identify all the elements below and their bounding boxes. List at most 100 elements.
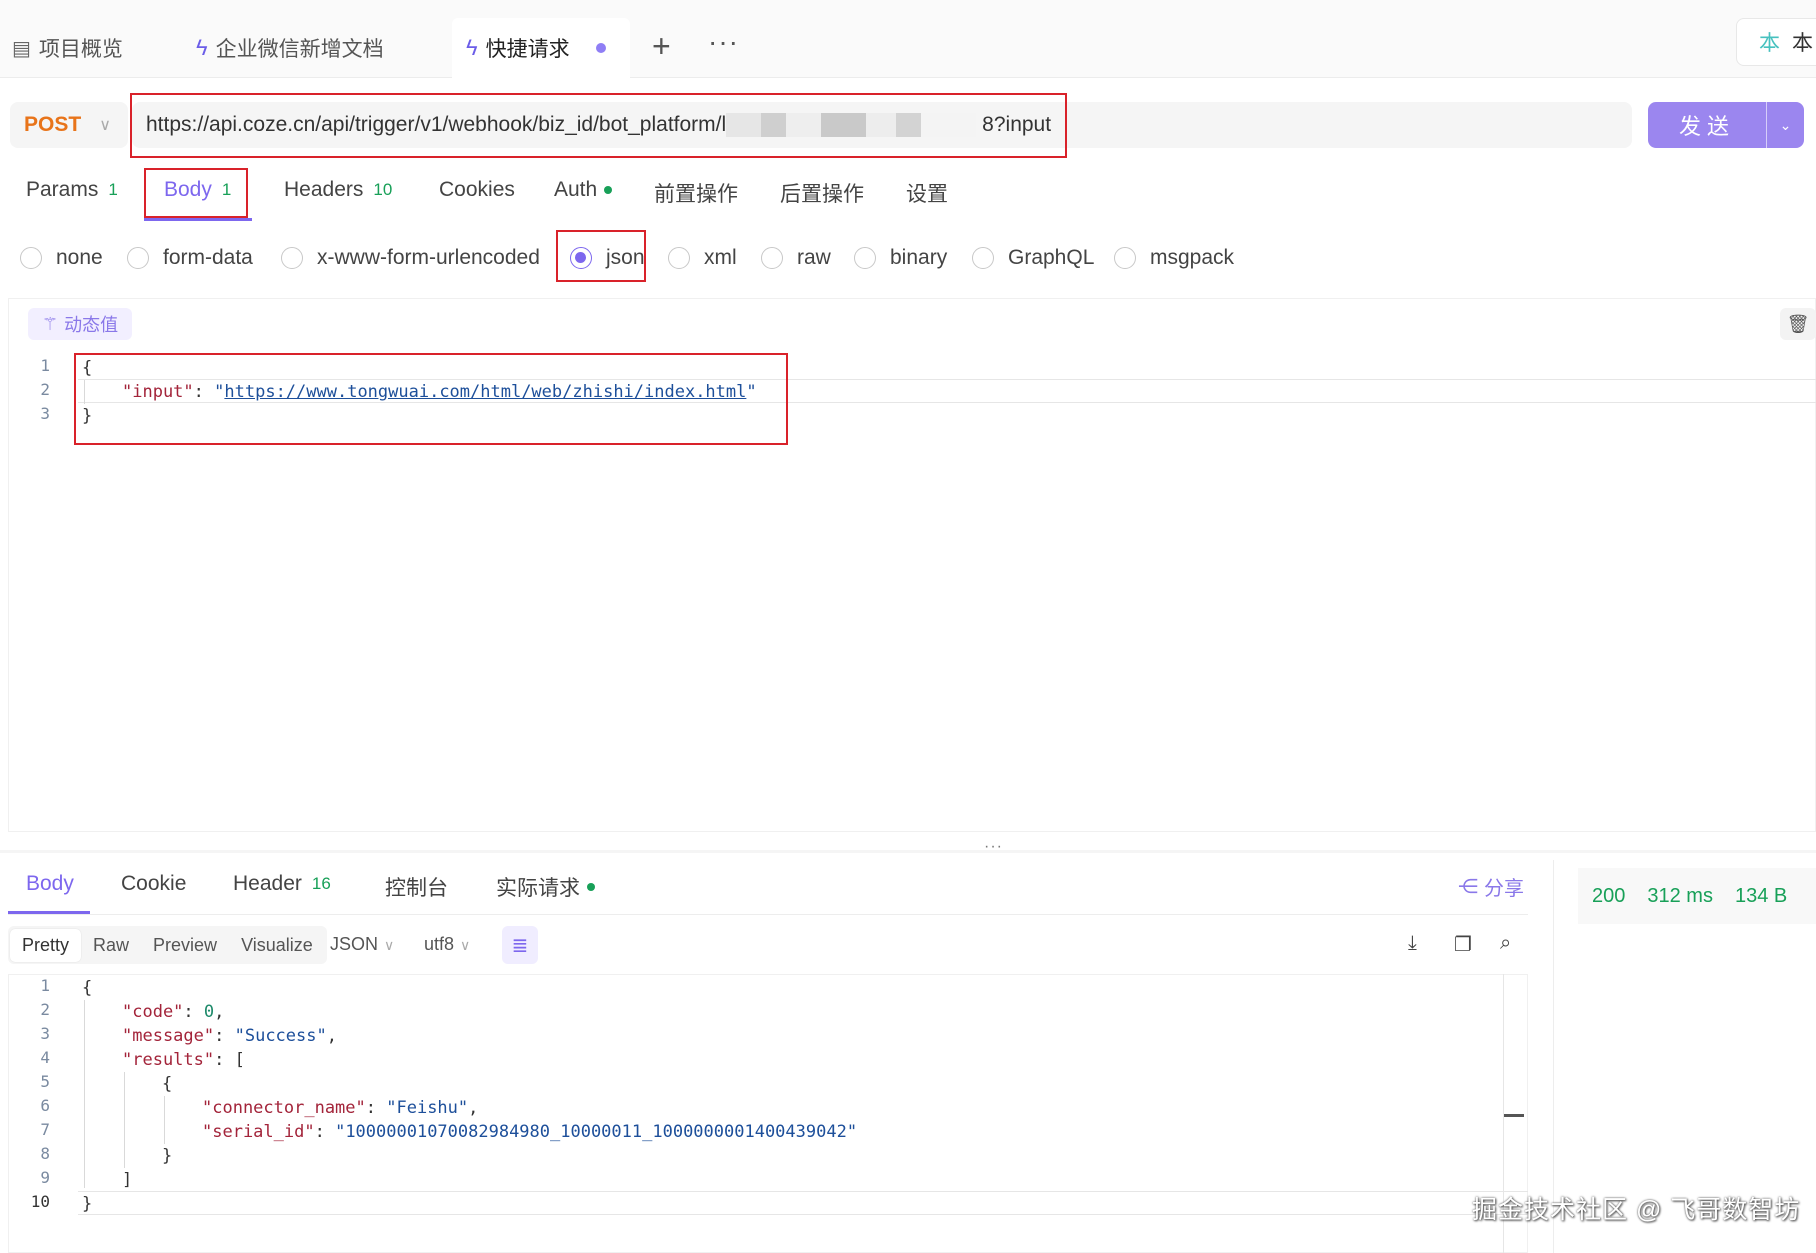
dynamic-value-label: 动态值 <box>64 315 119 335</box>
body-type-label: binary <box>890 246 948 269</box>
line-number: 3 <box>40 404 50 423</box>
code-line: "results": [ <box>122 1050 245 1070</box>
download-icon[interactable]: ⤓ <box>1408 932 1417 955</box>
tab-bar: ▤ 项目概览 ϟ 企业微信新增文档 ϟ 快捷请求 + ··· 本 本 <box>0 0 1816 78</box>
bolt-icon: ϟ <box>196 35 208 60</box>
project-icon: ▤ <box>12 37 31 60</box>
body-type-form-data[interactable]: form-data <box>127 246 253 270</box>
highlight-body-tab <box>144 168 248 218</box>
tab-label: 前置操作 <box>654 183 738 206</box>
indent-guide <box>164 1096 165 1144</box>
radio-icon <box>1114 247 1136 269</box>
tab-wecom-doc[interactable]: ϟ 企业微信新增文档 <box>196 18 384 78</box>
send-button[interactable]: 发送 ⌄ <box>1648 102 1804 148</box>
tab-label: 项目概览 <box>38 38 123 61</box>
radio-icon <box>127 247 149 269</box>
response-size: 134 B <box>1734 884 1788 907</box>
trash-icon: 🗑 <box>1786 313 1810 334</box>
line-number: 5 <box>40 1072 50 1091</box>
response-time: 312 ms <box>1647 884 1713 907</box>
tab-headers[interactable]: Headers 10 <box>284 178 392 202</box>
send-label: 发送 <box>1678 114 1735 139</box>
search-icon[interactable]: ⌕ <box>1500 932 1511 955</box>
copy-icon[interactable]: ❐ <box>1454 932 1472 957</box>
watermark: 掘金技术社区 @ 飞哥数智坊 <box>1472 1196 1801 1224</box>
body-type-label: form-data <box>163 246 253 269</box>
radio-icon <box>854 247 876 269</box>
tab-quick-request[interactable]: ϟ 快捷请求 <box>452 18 630 78</box>
view-mode-visualize[interactable]: Visualize <box>229 929 325 962</box>
pane-divider[interactable] <box>0 850 1816 853</box>
environment-icon: 本 <box>1759 32 1780 55</box>
share-icon: ⋲ <box>1458 876 1478 898</box>
line-number: 1 <box>40 356 50 375</box>
body-type-none[interactable]: none <box>20 246 103 270</box>
highlight-request-body <box>74 353 788 445</box>
wrap-icon: ≣ <box>511 934 529 957</box>
response-tab-header[interactable]: Header 16 <box>233 872 331 896</box>
body-type-label: xml <box>704 246 737 269</box>
body-type-graphql[interactable]: GraphQL <box>972 246 1094 270</box>
tab-params[interactable]: Params 1 <box>26 178 118 202</box>
response-tab-cookie[interactable]: Cookie <box>121 872 186 896</box>
line-number: 7 <box>40 1120 50 1139</box>
tab-cookies[interactable]: Cookies <box>439 178 515 202</box>
code-line: { <box>162 1074 173 1094</box>
tab-pre-ops[interactable]: 前置操作 <box>654 178 738 208</box>
body-type-msgpack[interactable]: msgpack <box>1114 246 1234 270</box>
body-type-binary[interactable]: binary <box>854 246 947 270</box>
view-mode-segmented: Pretty Raw Preview Visualize <box>8 926 327 964</box>
body-type-label: x-www-form-urlencoded <box>317 246 540 269</box>
view-mode-raw[interactable]: Raw <box>81 929 141 962</box>
dynamic-value-button[interactable]: ⚚ 动态值 <box>28 308 133 340</box>
current-line-highlight <box>78 1191 1528 1215</box>
tab-label: Cookies <box>439 178 515 201</box>
line-number: 2 <box>40 1000 50 1019</box>
drag-handle-icon[interactable]: ··· <box>984 838 1003 856</box>
radio-icon <box>761 247 783 269</box>
tab-project-overview[interactable]: ▤ 项目概览 <box>12 18 123 78</box>
tab-label: Auth <box>554 178 598 201</box>
format-select[interactable]: JSON ∨ <box>330 934 394 955</box>
body-type-urlencoded[interactable]: x-www-form-urlencoded <box>281 246 540 270</box>
view-mode-preview[interactable]: Preview <box>141 929 229 962</box>
response-tab-actual-request[interactable]: 实际请求 <box>496 872 595 902</box>
method-select[interactable]: POST ∨ <box>10 102 128 148</box>
active-tab-indicator <box>144 218 252 221</box>
response-status: 200 312 ms 134 B <box>1578 868 1816 924</box>
tab-auth[interactable]: Auth <box>554 178 613 202</box>
body-type-label: none <box>56 246 103 269</box>
tab-label: 设置 <box>906 183 948 206</box>
word-wrap-button[interactable]: ≣ <box>502 926 538 964</box>
line-number: 9 <box>40 1168 50 1187</box>
tab-settings[interactable]: 设置 <box>906 178 948 208</box>
environment-selector[interactable]: 本 本 <box>1736 18 1816 66</box>
line-number: 2 <box>40 380 50 399</box>
new-tab-button[interactable]: + <box>652 28 671 65</box>
tab-label: Cookie <box>121 872 187 895</box>
tab-label: Params <box>26 178 99 201</box>
share-button[interactable]: ⋲ 分享 <box>1458 872 1524 901</box>
json-key: "results" <box>122 1050 215 1070</box>
magic-wand-icon: ⚚ <box>42 313 59 334</box>
json-string: "Feishu" <box>386 1098 469 1118</box>
clear-body-button[interactable]: 🗑 <box>1780 308 1816 340</box>
status-code: 200 <box>1592 884 1626 907</box>
encoding-select[interactable]: utf8 ∨ <box>424 934 470 955</box>
response-tab-console[interactable]: 控制台 <box>385 872 448 902</box>
body-type-xml[interactable]: xml <box>668 246 737 270</box>
share-label: 分享 <box>1484 878 1524 900</box>
tab-count: 1 <box>108 180 118 199</box>
view-mode-pretty[interactable]: Pretty <box>10 928 82 962</box>
radio-icon <box>668 247 690 269</box>
body-type-raw[interactable]: raw <box>761 246 831 270</box>
response-tab-body[interactable]: Body <box>26 872 74 896</box>
more-tabs-button[interactable]: ··· <box>708 26 739 58</box>
environment-label: 本 <box>1792 32 1813 55</box>
send-dropdown-icon[interactable]: ⌄ <box>1767 117 1804 134</box>
tab-label: 快捷请求 <box>485 38 570 61</box>
tab-post-ops[interactable]: 后置操作 <box>780 178 864 208</box>
code-line: } <box>162 1146 173 1166</box>
json-number: 0 <box>203 1002 215 1022</box>
tab-label: Headers <box>284 178 364 201</box>
